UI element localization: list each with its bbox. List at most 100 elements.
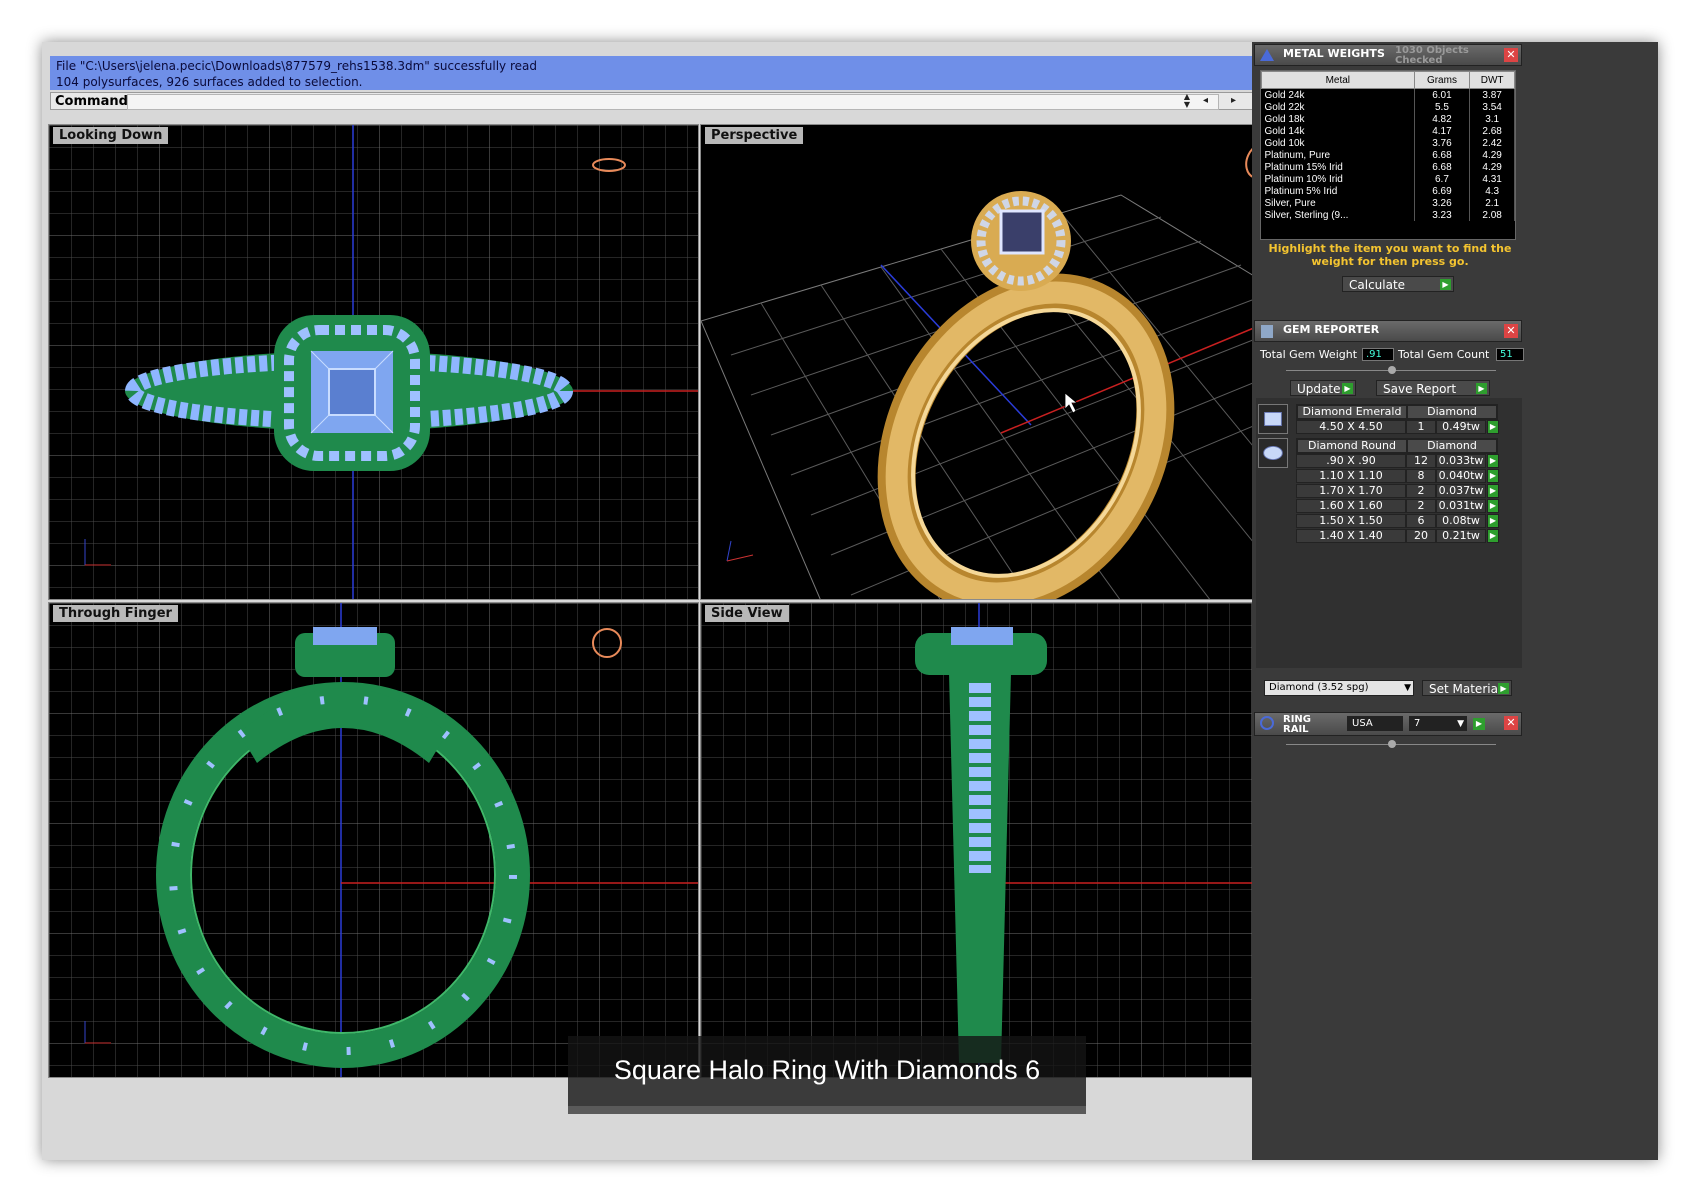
go-arrow-icon[interactable]: ▶ — [1487, 420, 1499, 434]
gem-size-cell: .90 X .90 — [1296, 454, 1406, 468]
metal-name-cell: Platinum 15% Irid — [1261, 161, 1415, 173]
viewport-title[interactable]: Looking Down — [53, 127, 169, 144]
calculate-label: Calculate — [1349, 278, 1406, 292]
grams-cell: 6.68 — [1414, 161, 1471, 173]
gem-shape: Diamond Emerald — [1297, 405, 1407, 419]
close-icon[interactable]: ✕ — [1504, 324, 1518, 338]
go-arrow-icon[interactable]: ▶ — [1487, 514, 1499, 528]
gem-count-cell: 6 — [1406, 514, 1436, 528]
gem-row[interactable]: 1.60 X 1.60 2 0.031tw ▶ — [1296, 499, 1516, 513]
save-report-label: Save Report — [1383, 382, 1457, 396]
chevron-down-icon[interactable]: ▼ — [1404, 681, 1411, 695]
metal-name-cell: Platinum 10% Irid — [1261, 173, 1415, 185]
table-row[interactable]: Gold 10k 3.76 2.42 — [1261, 137, 1515, 149]
dwt-cell: 3.1 — [1469, 113, 1515, 125]
grams-cell: 3.26 — [1414, 197, 1471, 209]
gem-count-cell: 2 — [1406, 499, 1436, 513]
save-report-button[interactable]: Save Report ▶ — [1376, 380, 1490, 396]
table-row[interactable]: Platinum 5% Irid 6.69 4.3 — [1261, 185, 1515, 197]
go-arrow-icon[interactable]: ▶ — [1487, 484, 1499, 498]
gem-row[interactable]: 1.40 X 1.40 20 0.21tw ▶ — [1296, 529, 1516, 543]
dwt-cell: 4.29 — [1469, 161, 1515, 173]
metal-name-cell: Gold 18k — [1261, 113, 1415, 125]
viewport-title[interactable]: Side View — [705, 605, 789, 622]
table-row[interactable]: Platinum, Pure 6.68 4.29 — [1261, 149, 1515, 161]
update-button[interactable]: Update ▶ — [1290, 380, 1356, 396]
close-icon[interactable]: ✕ — [1504, 716, 1518, 730]
table-row[interactable]: Gold 18k 4.82 3.1 — [1261, 113, 1515, 125]
table-row[interactable]: Platinum 10% Irid 6.7 4.31 — [1261, 173, 1515, 185]
material-select[interactable]: Diamond (3.52 spg) ▼ — [1264, 680, 1414, 696]
gem-reporter-titlebar: GEM REPORTER ✕ — [1254, 320, 1522, 342]
table-row[interactable]: Gold 22k 5.5 3.54 — [1261, 101, 1515, 113]
go-arrow-icon[interactable]: ▶ — [1487, 499, 1499, 513]
gem-row[interactable]: 4.50 X 4.50 1 0.49tw ▶ — [1296, 420, 1516, 434]
metal-name-cell: Gold 22k — [1261, 101, 1415, 113]
axis-indicator-icon — [726, 540, 754, 562]
grams-cell: 6.69 — [1414, 185, 1471, 197]
column-header[interactable]: DWT — [1469, 71, 1515, 89]
set-material-button[interactable]: Set Material ▶ — [1422, 680, 1512, 696]
gem-row[interactable]: .90 X .90 12 0.033tw ▶ — [1296, 454, 1516, 468]
go-arrow-icon[interactable]: ▶ — [1440, 279, 1451, 290]
metal-name-cell: Silver, Sterling (9... — [1261, 209, 1415, 221]
metal-name-cell: Silver, Pure — [1261, 197, 1415, 209]
gold-ring-render — [877, 191, 1175, 599]
viewport-looking-down[interactable]: Looking Down — [48, 124, 699, 600]
command-area: File "C:\Users\jelena.pecic\Downloads\87… — [42, 52, 1350, 122]
chevron-down-icon[interactable]: ▼ — [1457, 717, 1464, 731]
gem-material: Diamond — [1407, 405, 1497, 419]
gem-reporter-title: GEM REPORTER — [1283, 323, 1380, 336]
history-line: 104 polysurfaces, 926 surfaces added to … — [56, 75, 363, 89]
gem-row[interactable]: 1.70 X 1.70 2 0.037tw ▶ — [1296, 484, 1516, 498]
command-input[interactable] — [127, 94, 1219, 110]
gem-row[interactable]: 1.50 X 1.50 6 0.08tw ▶ — [1296, 514, 1516, 528]
table-row[interactable]: Gold 24k 6.01 3.87 — [1261, 88, 1515, 101]
go-arrow-icon[interactable]: ▶ — [1487, 454, 1499, 468]
go-arrow-icon[interactable]: ▶ — [1487, 469, 1499, 483]
go-arrow-icon[interactable]: ▶ — [1473, 718, 1485, 730]
dwt-cell: 3.54 — [1469, 101, 1515, 113]
gem-count-cell: 8 — [1406, 469, 1436, 483]
gem-count-cell: 1 — [1406, 420, 1436, 434]
command-spinner[interactable]: ▲ ▼ — [1181, 93, 1193, 110]
table-row[interactable]: Gold 14k 4.17 2.68 — [1261, 125, 1515, 137]
close-icon[interactable]: ✕ — [1504, 48, 1518, 62]
column-header[interactable]: Metal — [1261, 71, 1415, 89]
gem-weight-cell: 0.037tw — [1436, 484, 1486, 498]
grid-canvas — [49, 603, 698, 1077]
gem-weight-cell: 0.031tw — [1436, 499, 1486, 513]
ring-size-select[interactable]: 7 ▼ — [1409, 716, 1467, 731]
gem-weight-cell: 0.08tw — [1436, 514, 1486, 528]
viewport-title[interactable]: Perspective — [705, 127, 804, 144]
viewport-title[interactable]: Through Finger — [53, 605, 178, 622]
dwt-cell: 4.3 — [1469, 185, 1515, 197]
grid-canvas — [49, 125, 698, 599]
history-back-arrow-icon[interactable]: ◂ — [1203, 95, 1208, 106]
metal-weights-titlebar: METAL WEIGHTS 1030 Objects Checked ✕ — [1254, 44, 1522, 66]
history-forward-arrow-icon[interactable]: ▸ — [1231, 95, 1236, 106]
go-arrow-icon[interactable]: ▶ — [1498, 683, 1509, 694]
go-arrow-icon[interactable]: ▶ — [1476, 383, 1487, 394]
go-arrow-icon[interactable]: ▶ — [1342, 383, 1353, 394]
calculate-button[interactable]: Calculate ▶ — [1342, 276, 1454, 292]
gem-count-cell: 20 — [1406, 529, 1436, 543]
go-arrow-icon[interactable]: ▶ — [1487, 529, 1499, 543]
gem-group-header: Diamond Emerald Diamond — [1296, 404, 1498, 420]
table-row[interactable]: Silver, Sterling (9... 3.23 2.08 — [1261, 209, 1515, 221]
column-header[interactable]: Grams — [1413, 71, 1471, 89]
metal-weights-title: METAL WEIGHTS — [1283, 47, 1385, 60]
table-row[interactable]: Silver, Pure 3.26 2.1 — [1261, 197, 1515, 209]
metal-weights-table[interactable]: Metal Grams DWT Gold 24k 6.01 3.87 Gold 22k… — [1260, 70, 1516, 240]
dwt-cell: 4.31 — [1469, 173, 1515, 185]
grams-cell: 4.82 — [1414, 113, 1471, 125]
viewport-through-finger[interactable]: Through Finger — [48, 602, 699, 1078]
dwt-cell: 3.87 — [1469, 88, 1515, 101]
ring-rail-slider-handle[interactable] — [1388, 740, 1396, 748]
table-row[interactable]: Platinum 15% Irid 6.68 4.29 — [1261, 161, 1515, 173]
gem-group-header: Diamond Round Diamond — [1296, 438, 1498, 454]
region-select[interactable]: USA — [1347, 716, 1403, 731]
slider-handle[interactable] — [1388, 366, 1396, 374]
gem-row[interactable]: 1.10 X 1.10 8 0.040tw ▶ — [1296, 469, 1516, 483]
dwt-cell: 4.29 — [1469, 149, 1515, 161]
